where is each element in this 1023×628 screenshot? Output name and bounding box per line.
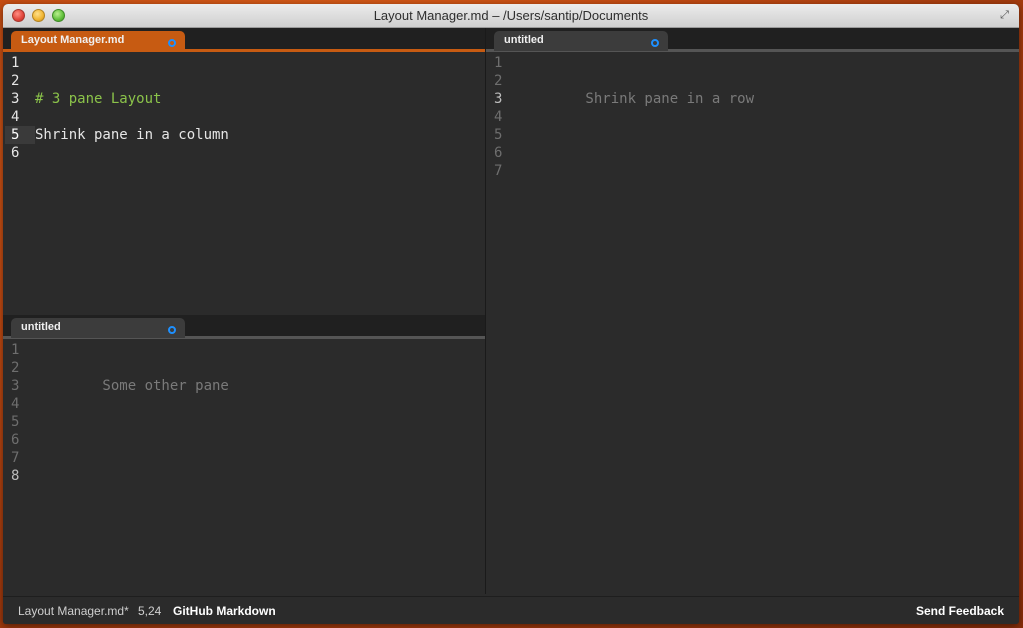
tab-layout-manager[interactable]: Layout Manager.md xyxy=(11,31,185,51)
tab-bar: untitled xyxy=(486,28,1019,52)
editor-area[interactable]: 1 2 3 4 5 6 7 Shrink pane in a row xyxy=(486,52,1019,594)
title-bar: Layout Manager.md – /Users/santip/Docume… xyxy=(3,4,1019,28)
window-title: Layout Manager.md – /Users/santip/Docume… xyxy=(373,8,649,23)
line-number: 3 xyxy=(11,378,20,394)
unsaved-dot-icon[interactable] xyxy=(651,39,659,47)
line-number: 7 xyxy=(494,163,503,179)
editor-window: Layout Manager.md – /Users/santip/Docume… xyxy=(3,4,1019,624)
status-file-name[interactable]: Layout Manager.md* xyxy=(18,604,129,618)
line-number: 6 xyxy=(11,145,20,161)
tab-bar: Layout Manager.md xyxy=(3,28,485,52)
line-number: 2 xyxy=(11,360,20,376)
editor-area[interactable]: 1 2 3 4 5 6 7 8 Some other pane xyxy=(3,339,485,594)
line-number: 4 xyxy=(11,396,20,412)
pane-right: untitled 1 2 3 4 5 6 7 Shrink pane in a … xyxy=(486,28,1019,594)
line-number: 2 xyxy=(494,73,503,89)
status-bar: Layout Manager.md* 5,24 GitHub Markdown … xyxy=(3,596,1019,624)
line-number: 5 xyxy=(494,127,503,143)
code-text: Some other pane xyxy=(35,378,229,394)
line-number: 7 xyxy=(11,450,20,466)
line-number: 6 xyxy=(11,432,20,448)
tab-label: untitled xyxy=(21,321,61,333)
line-number: 1 xyxy=(11,55,20,71)
line-number-current: 3 xyxy=(494,91,503,107)
fullscreen-icon[interactable]: ⤢ xyxy=(998,9,1011,22)
editor-area[interactable]: 1 2 3 4 5 6 # 3 pane Layout Shrink pane … xyxy=(3,52,485,314)
line-number: 1 xyxy=(494,55,503,71)
status-cursor-position[interactable]: 5,24 xyxy=(138,604,161,618)
pane-top-left: Layout Manager.md 1 2 3 4 5 6 # 3 pane L… xyxy=(3,28,485,314)
line-number-current: 8 xyxy=(11,468,20,484)
send-feedback-link[interactable]: Send Feedback xyxy=(916,604,1004,618)
line-number: 5 xyxy=(11,414,20,430)
line-number: 1 xyxy=(11,342,20,358)
status-syntax[interactable]: GitHub Markdown xyxy=(173,604,276,618)
unsaved-dot-icon[interactable] xyxy=(168,326,176,334)
line-number: 3 xyxy=(11,91,20,107)
code-text: Shrink pane in a column xyxy=(35,127,229,143)
tab-bar: untitled xyxy=(3,315,485,339)
line-number-current: 5 xyxy=(5,126,35,144)
tab-untitled[interactable]: untitled xyxy=(494,31,668,51)
line-number: 4 xyxy=(11,109,20,125)
tab-label: Layout Manager.md xyxy=(21,34,125,46)
code-heading: # 3 pane Layout xyxy=(35,91,162,107)
tab-untitled[interactable]: untitled xyxy=(11,318,185,338)
pane-bottom-left: untitled 1 2 3 4 5 6 7 8 Some other pane xyxy=(3,315,485,594)
line-number: 6 xyxy=(494,145,503,161)
line-number: 2 xyxy=(11,73,20,89)
unsaved-dot-icon[interactable] xyxy=(168,39,176,47)
tab-label: untitled xyxy=(504,34,544,46)
line-number: 4 xyxy=(494,109,503,125)
code-text: Shrink pane in a row xyxy=(518,91,755,107)
